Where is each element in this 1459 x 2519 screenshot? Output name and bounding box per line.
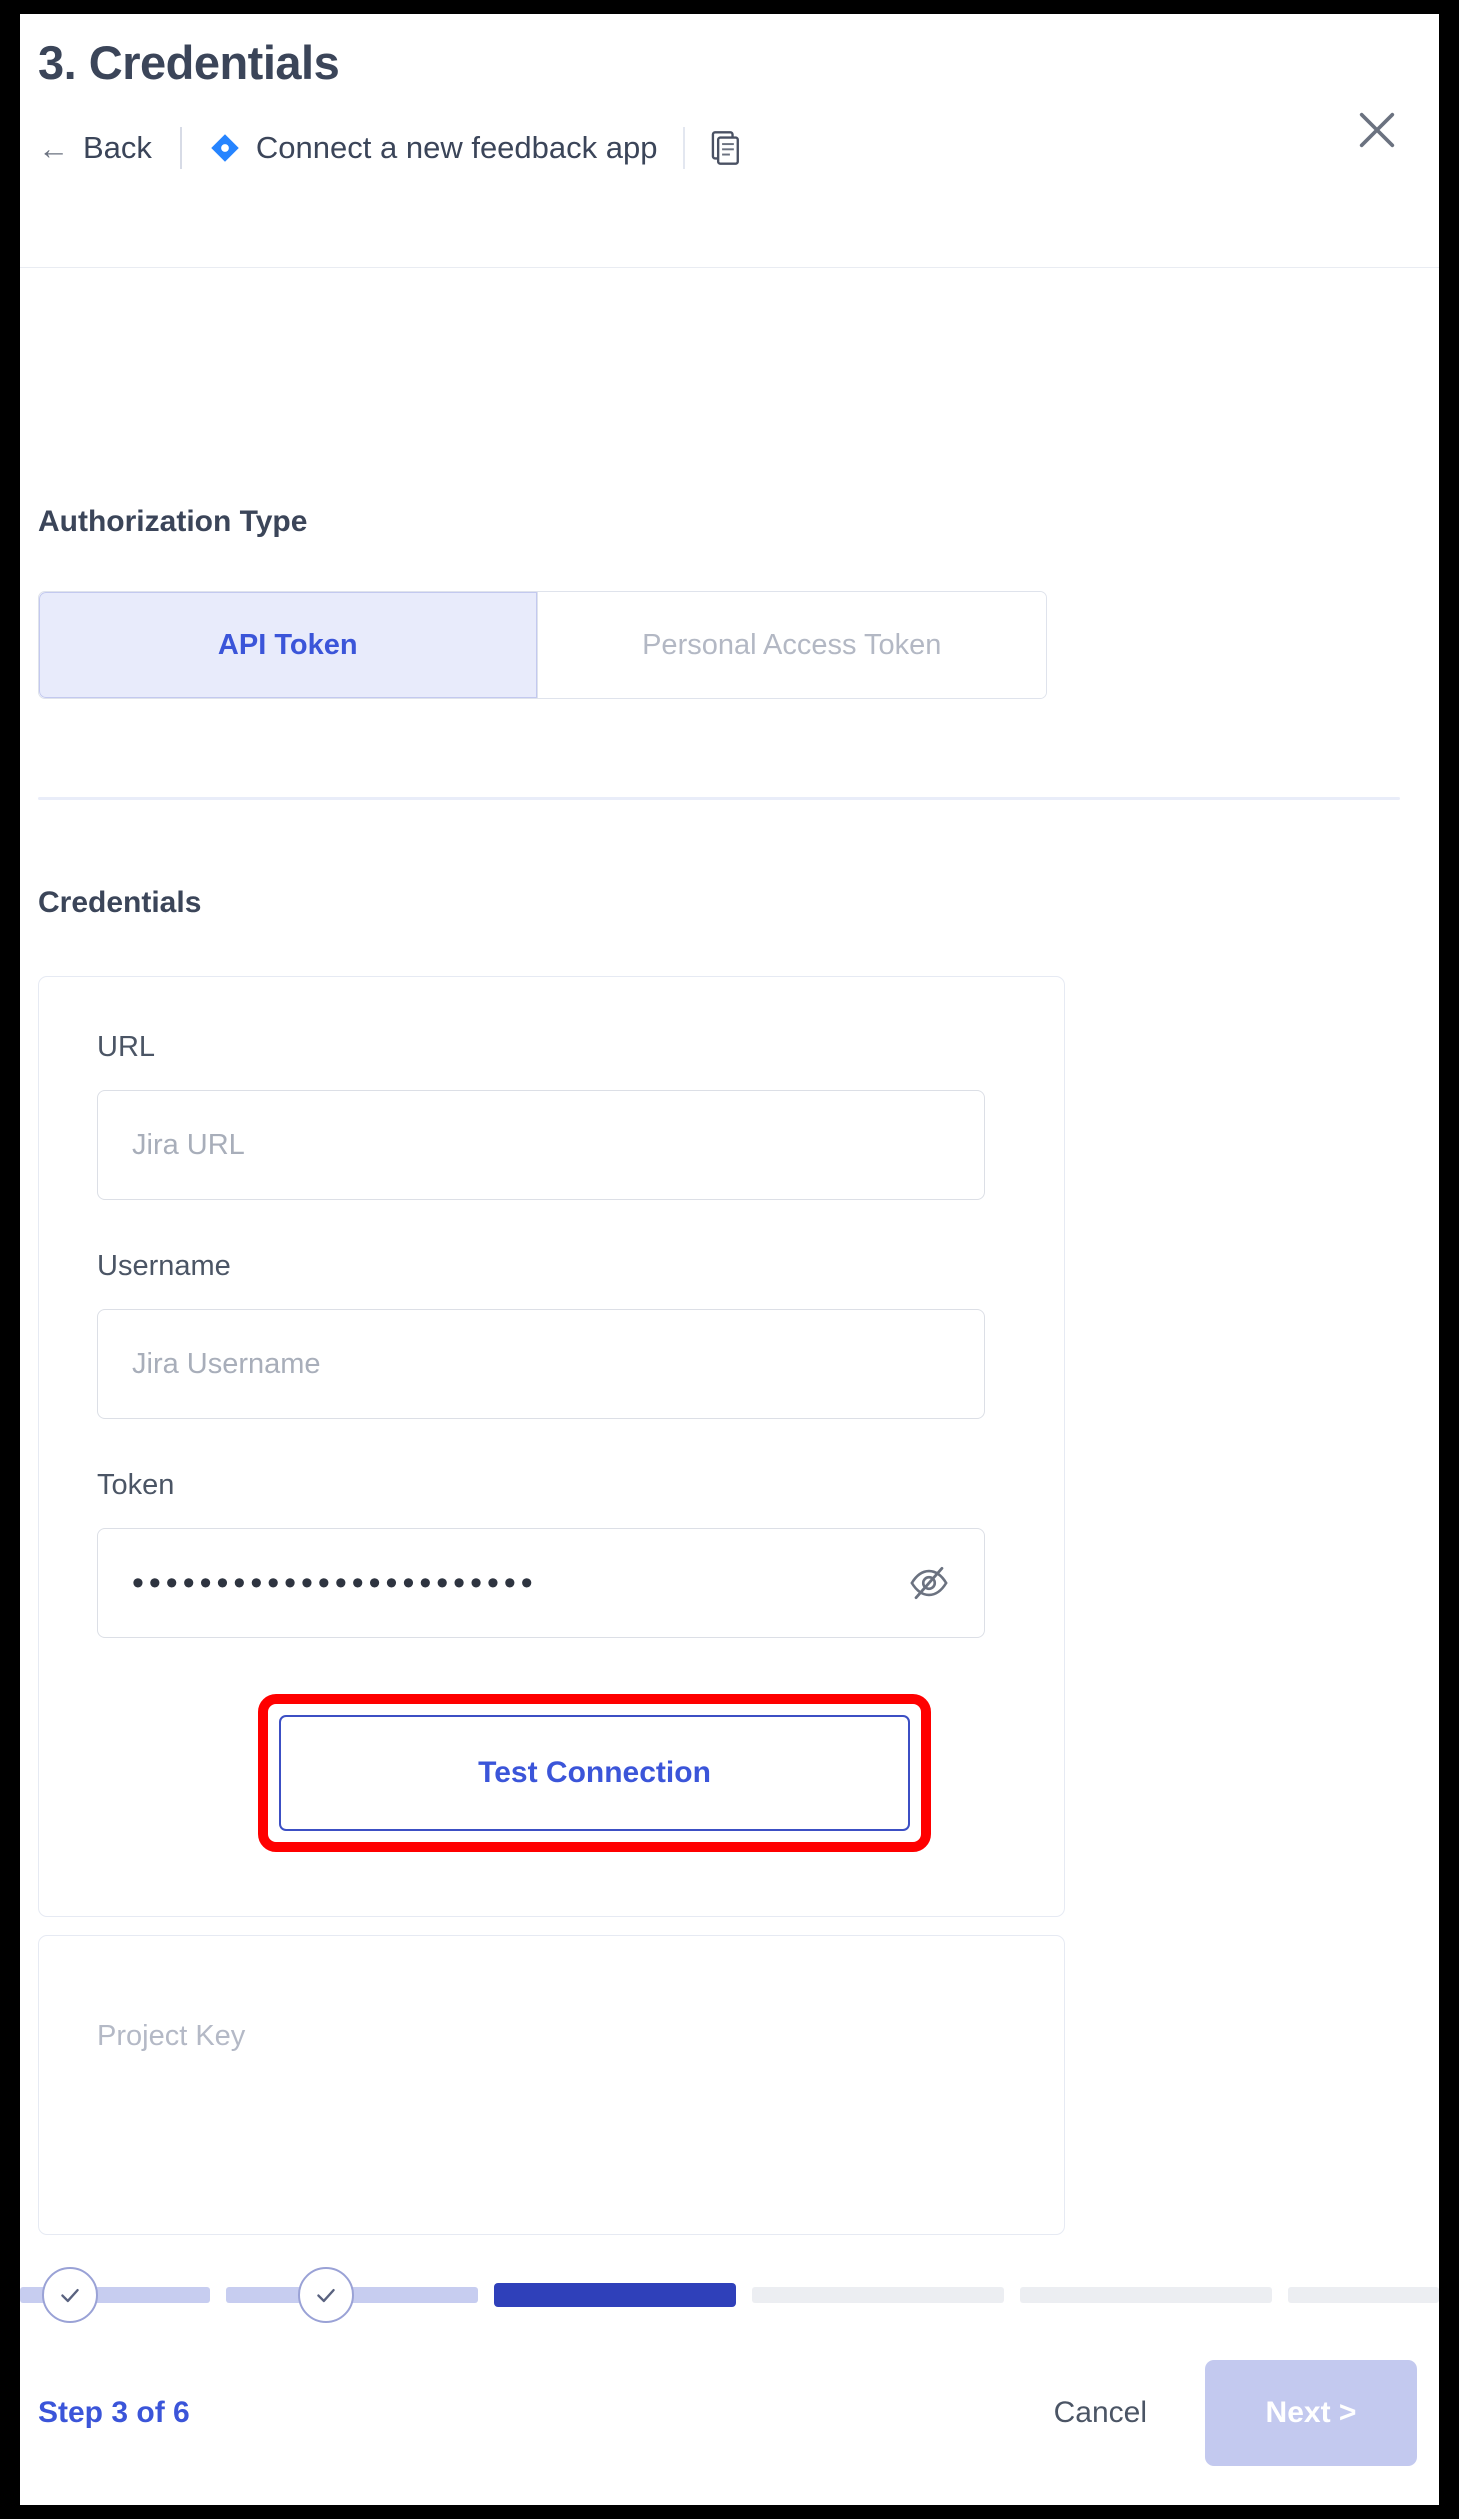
field-url: URL Jira URL (97, 1031, 1006, 1200)
credentials-card: URL Jira URL Username Jira Username Toke… (38, 976, 1065, 1917)
token-masked-value: •••••••••••••••••••••••• (132, 1564, 538, 1602)
test-connection-highlight: Test Connection (258, 1694, 931, 1852)
modal-footer: Step 3 of 6 Cancel Next > (20, 2261, 1439, 2505)
progress-segment-5 (1020, 2287, 1272, 2303)
breadcrumb-divider-2 (683, 127, 686, 170)
auth-option-personal-access-token-label: Personal Access Token (642, 628, 942, 661)
token-label: Token (97, 1469, 175, 1501)
authorization-type-title: Authorization Type (38, 505, 308, 538)
progress-segment-3 (494, 2283, 736, 2307)
authorization-section: Authorization Type (38, 268, 1421, 539)
back-label: Back (83, 130, 152, 166)
close-icon (1359, 112, 1395, 148)
section-divider (38, 797, 1400, 800)
document-copy-icon[interactable] (711, 131, 741, 165)
project-key-label: Project Key (97, 2020, 246, 2052)
arrow-left-icon: ← (38, 130, 69, 166)
cancel-button[interactable]: Cancel (1054, 2396, 1147, 2430)
project-card: Project Key (38, 1935, 1065, 2235)
footer-actions: Step 3 of 6 Cancel Next > (20, 2353, 1439, 2473)
authorization-type-toggle: API Token Personal Access Token (38, 591, 1047, 699)
auth-option-api-token-label: API Token (217, 628, 358, 661)
credentials-title: Credentials (38, 886, 202, 919)
eye-off-icon[interactable] (908, 1562, 950, 1604)
test-connection-button[interactable]: Test Connection (279, 1715, 910, 1831)
field-token: Token •••••••••••••••••••••••• (97, 1469, 1006, 1638)
step-progress-bar (20, 2261, 1439, 2331)
username-label: Username (97, 1250, 231, 1282)
modal-header: 3. Credentials ← Back Connect a new feed… (20, 14, 1439, 268)
credentials-modal: 3. Credentials ← Back Connect a new feed… (20, 14, 1439, 2505)
url-input[interactable]: Jira URL (97, 1090, 985, 1200)
url-placeholder: Jira URL (132, 1128, 245, 1161)
breadcrumb-divider-1 (179, 127, 182, 170)
progress-segment-4 (752, 2287, 1004, 2303)
back-button[interactable]: ← Back (38, 130, 152, 166)
breadcrumb: ← Back Connect a new feedback app (38, 126, 1439, 170)
close-button[interactable] (1351, 104, 1403, 156)
credentials-section: Credentials (38, 886, 1421, 920)
test-connection-label: Test Connection (478, 1756, 711, 1789)
step-1-complete[interactable] (42, 2267, 98, 2323)
username-input[interactable]: Jira Username (97, 1309, 985, 1419)
url-label: URL (97, 1031, 156, 1063)
check-icon (61, 2288, 79, 2303)
next-button[interactable]: Next > (1205, 2360, 1417, 2466)
step-2-complete[interactable] (298, 2267, 354, 2323)
check-icon (317, 2288, 335, 2303)
username-placeholder: Jira Username (132, 1347, 321, 1380)
progress-segment-6 (1288, 2287, 1439, 2303)
screenshot-frame: 3. Credentials ← Back Connect a new feed… (0, 0, 1459, 2519)
modal-body: Authorization Type API Token Personal Ac… (20, 268, 1439, 2261)
connect-app-label: Connect a new feedback app (255, 130, 658, 166)
field-username: Username Jira Username (97, 1250, 1006, 1419)
auth-option-personal-access-token[interactable]: Personal Access Token (536, 592, 1046, 698)
page-title: 3. Credentials (38, 36, 340, 89)
auth-option-api-token[interactable]: API Token (39, 592, 537, 698)
step-indicator: Step 3 of 6 (38, 2396, 190, 2429)
jira-diamond-icon (211, 134, 239, 162)
token-input[interactable]: •••••••••••••••••••••••• (97, 1528, 985, 1638)
